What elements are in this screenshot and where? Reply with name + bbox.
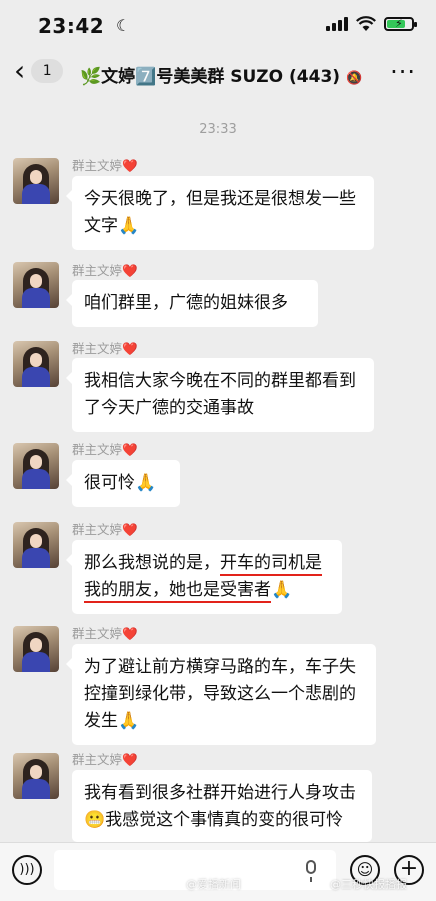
sender-name: 群主文婷❤️ — [72, 522, 138, 537]
back-button[interactable]: ‹ 1 — [14, 54, 64, 87]
sender-name: 群主文婷❤️ — [72, 752, 138, 767]
member-count: (443) — [289, 67, 341, 87]
chat-timestamp: 23:33 — [199, 122, 237, 137]
heart-emoji: ❤️ — [122, 158, 138, 173]
heart-emoji: ❤️ — [122, 522, 138, 537]
mute-icon: 🔕 — [345, 71, 363, 86]
message-bubble[interactable]: 我有看到很多社群开始进行人身攻击😬我感觉这个事情真的变的很可怜 — [72, 770, 372, 842]
sender-name: 群主文婷❤️ — [72, 442, 138, 457]
message-bubble[interactable]: 那么我想说的是，开车的司机是我的朋友，她也是受害者🙏 — [66, 540, 342, 614]
message-text: 那么我想说的是， — [84, 553, 220, 573]
chat-title-rest: 号美美群 SUZO — [156, 67, 284, 87]
message-bubble[interactable]: 我相信大家今晚在不同的群里都看到了今天广德的交通事故 — [66, 358, 374, 432]
keycap-seven-emoji: 7️⃣ — [135, 67, 157, 87]
sender-name: 群主文婷❤️ — [72, 626, 138, 641]
status-bar: 23:42 ☾ ⚡ — [0, 0, 436, 48]
heart-emoji: ❤️ — [122, 442, 138, 457]
underlined-text: 我的朋友，她也是受害者 — [84, 580, 271, 603]
message-bubble[interactable]: 咱们群里，广德的姐妹很多 — [66, 280, 318, 327]
avatar[interactable] — [13, 262, 59, 308]
heart-emoji: ❤️ — [122, 341, 138, 356]
input-bar: ))) ☺ + — [0, 842, 436, 901]
avatar[interactable] — [13, 522, 59, 568]
signal-icon — [326, 17, 348, 31]
wifi-icon — [356, 16, 376, 31]
heart-emoji: ❤️ — [122, 626, 138, 641]
more-options-button[interactable]: ··· — [390, 58, 416, 86]
avatar[interactable] — [13, 753, 59, 799]
message-bubble[interactable]: 今天很晚了，但是我还是很想发一些文字🙏 — [66, 176, 374, 250]
leaf-emoji: 🌿 — [80, 67, 102, 87]
chat-title-name: 文婷 — [101, 67, 136, 87]
avatar[interactable] — [13, 341, 59, 387]
avatar[interactable] — [13, 626, 59, 672]
sender-name: 群主文婷❤️ — [72, 158, 138, 173]
status-icons: ⚡ — [326, 16, 417, 32]
voice-input-icon[interactable]: ))) — [12, 855, 42, 885]
battery-charging-icon: ⚡ — [384, 17, 417, 31]
avatar[interactable] — [13, 443, 59, 489]
unread-count-badge: 1 — [31, 59, 64, 83]
moon-icon: ☾ — [116, 16, 131, 35]
heart-emoji: ❤️ — [122, 752, 138, 767]
pray-emoji: 🙏 — [271, 580, 293, 600]
message-bubble[interactable]: 为了避让前方横穿马路的车，车子失控撞到绿化带，导致这么一个悲剧的发生🙏 — [66, 644, 376, 745]
microphone-icon[interactable] — [306, 860, 316, 882]
message-bubble[interactable]: 很可怜🙏 — [66, 460, 180, 507]
watermark: @三秒快报播报 — [330, 878, 407, 891]
sender-name: 群主文婷❤️ — [72, 341, 138, 356]
chevron-left-icon: ‹ — [14, 54, 26, 87]
underlined-text: 开车的司机是 — [220, 553, 322, 576]
watermark: @爱播新闻 — [186, 878, 241, 891]
status-time: 23:42 — [38, 14, 105, 38]
avatar[interactable] — [13, 158, 59, 204]
sender-name: 群主文婷❤️ — [72, 263, 138, 278]
chat-header: ‹ 1 🌿文婷7️⃣号美美群 SUZO (443) 🔕 ··· — [0, 48, 436, 98]
chat-title: 🌿文婷7️⃣号美美群 SUZO (443) 🔕 — [80, 62, 370, 87]
heart-emoji: ❤️ — [122, 263, 138, 278]
